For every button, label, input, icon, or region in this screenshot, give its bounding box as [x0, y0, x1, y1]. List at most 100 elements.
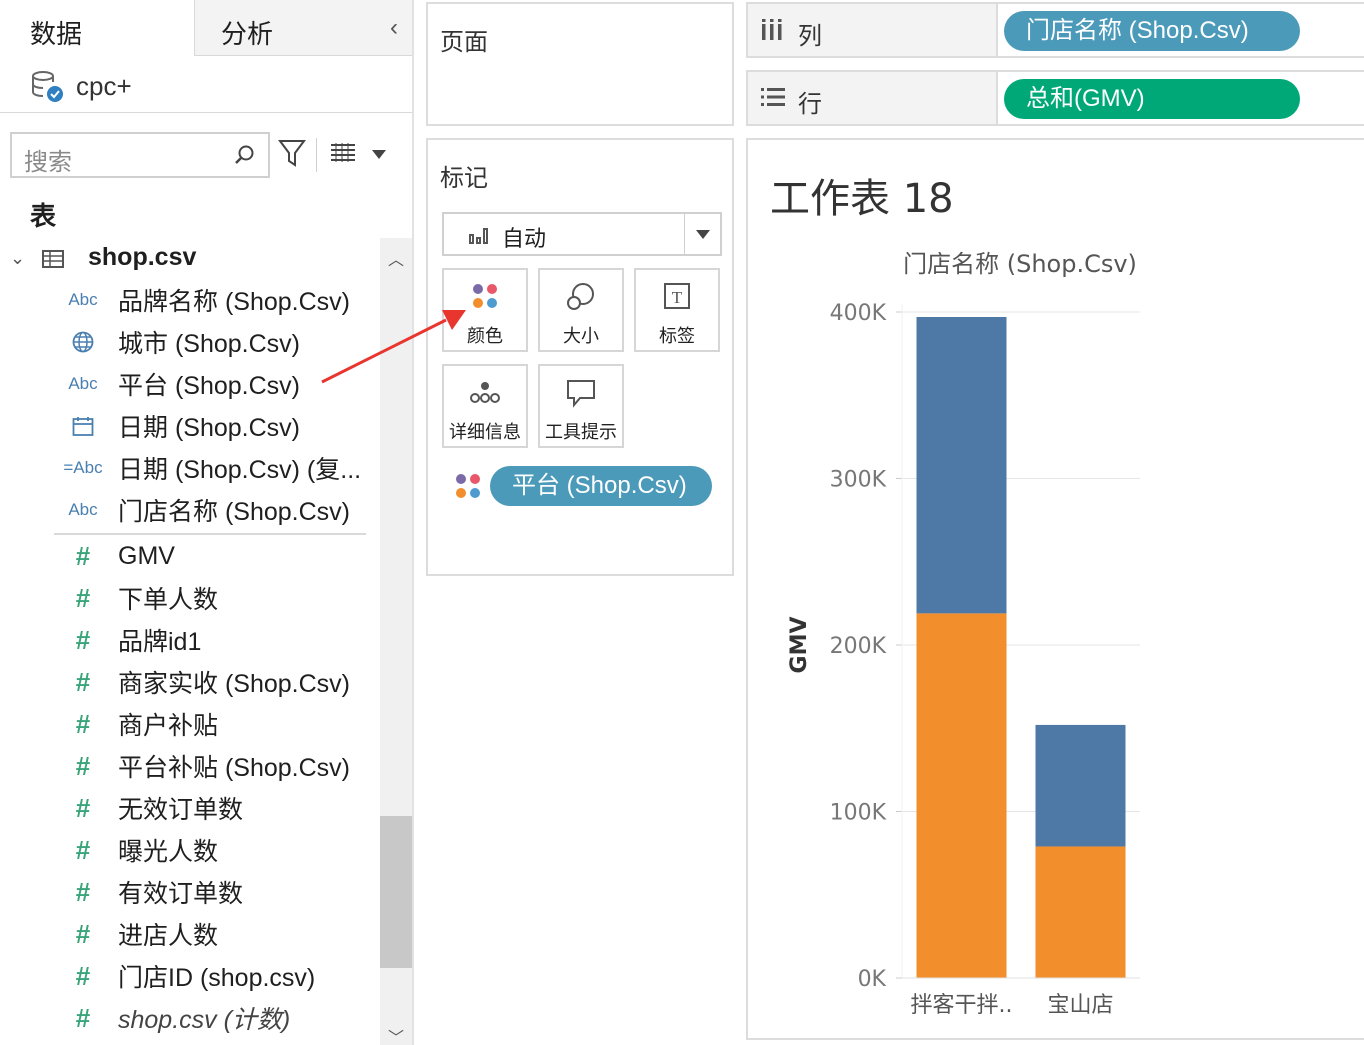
tooltip-button[interactable]: 工具提示 [538, 364, 624, 448]
date-type-icon [56, 416, 110, 436]
measure-name: 下单人数 [118, 586, 219, 614]
chevron-down-icon[interactable] [696, 230, 710, 239]
datasource-item[interactable]: cpc+ [30, 66, 132, 106]
measure-item[interactable]: # GMV [56, 536, 376, 576]
detail-icon [444, 378, 526, 406]
size-button[interactable]: 大小 [538, 268, 624, 352]
tables-heading: 表 [30, 201, 57, 231]
measure-item[interactable]: # 进店人数 [56, 914, 376, 954]
number-type-icon: # [75, 708, 91, 739]
columns-field-pill-label: 门店名称 (Shop.Csv) [1026, 17, 1249, 44]
rows-icon [760, 86, 786, 113]
marks-card-title: 标记 [440, 165, 488, 192]
pane-tabs: 数据 分析 ‹ [0, 0, 412, 56]
columns-shelf[interactable]: 列 门店名称 (Shop.Csv) [746, 2, 1364, 58]
tooltip-icon [540, 378, 622, 408]
bar-segment[interactable] [916, 613, 1007, 978]
columns-shelf-label-area: 列 [748, 4, 998, 56]
rows-shelf-label-area: 行 [748, 72, 998, 124]
measure-item[interactable]: # 品牌id1 [56, 620, 376, 660]
measure-item[interactable]: # 平台补贴 (Shop.Csv) [56, 746, 376, 786]
measure-item[interactable]: # 商户补贴 [56, 704, 376, 744]
bar-segment[interactable] [1035, 724, 1126, 847]
columns-field-pill[interactable]: 门店名称 (Shop.Csv) [1004, 11, 1300, 51]
field-item[interactable]: Abc 门店名称 (Shop.Csv) [56, 490, 376, 530]
field-name: 门店名称 (Shop.Csv) [118, 498, 350, 526]
search-icon[interactable] [234, 144, 256, 171]
number-type-icon: # [75, 582, 91, 613]
measure-name: GMV [118, 541, 175, 570]
scroll-up-icon[interactable]: ︿ [388, 246, 404, 270]
measure-item[interactable]: # 曝光人数 [56, 830, 376, 870]
string-type-icon: Abc [68, 290, 98, 309]
measure-item[interactable]: # 无效订单数 [56, 788, 376, 828]
field-item[interactable]: Abc 平台 (Shop.Csv) [56, 364, 376, 404]
number-type-icon: # [75, 666, 91, 697]
rows-field-pill-label: 总和(GMV) [1026, 85, 1145, 112]
worksheet-view[interactable]: 工作表 18 0K 100K 200K 300K 400K GMV 门店名称 (Shop.C… [746, 138, 1364, 1040]
tab-analysis[interactable]: 分析 [194, 0, 412, 56]
tab-data[interactable]: 数据 [0, 0, 194, 56]
number-type-icon: # [75, 624, 91, 655]
pages-card[interactable]: 页面 [426, 2, 734, 126]
x-tick-label: 拌客干拌.. [911, 993, 1013, 1018]
field-name: 城市 (Shop.Csv) [118, 330, 300, 358]
color-button[interactable]: 颜色 [442, 268, 528, 352]
mark-type-label: 自动 [502, 226, 547, 251]
y-tick-label: 100K [830, 801, 887, 826]
y-axis-label: GMV [787, 617, 812, 674]
field-item[interactable]: 城市 (Shop.Csv) [56, 322, 376, 362]
mark-type-dropdown[interactable]: 自动 [442, 212, 722, 256]
columns-icon [760, 18, 784, 47]
field-item[interactable]: 日期 (Shop.Csv) [56, 406, 376, 446]
view-list-icon[interactable] [330, 142, 356, 169]
label-icon-glyph: T [672, 288, 683, 307]
field-item[interactable]: Abc 品牌名称 (Shop.Csv) [56, 280, 376, 320]
label-button-label: 标签 [659, 326, 695, 346]
table-icon [42, 250, 64, 273]
tooltip-button-label: 工具提示 [545, 422, 617, 442]
scroll-down-icon[interactable]: ﹀ [388, 1024, 404, 1045]
columns-shelf-label: 列 [798, 23, 822, 50]
detail-button[interactable]: 详细信息 [442, 364, 528, 448]
label-icon: T [636, 282, 718, 310]
filter-icon[interactable] [278, 138, 306, 173]
measure-item[interactable]: # shop.csv (计数) [56, 998, 376, 1038]
y-tick-label: 300K [830, 468, 887, 493]
tab-analysis-label: 分析 [221, 19, 274, 49]
calculated-string-icon: =Abc [63, 458, 103, 477]
measure-name: 商户补贴 [118, 712, 219, 740]
divider [316, 138, 317, 172]
label-button[interactable]: T 标签 [634, 268, 720, 352]
bar-segment[interactable] [1035, 846, 1126, 978]
color-icon [454, 472, 482, 505]
rows-shelf[interactable]: 行 总和(GMV) [746, 70, 1364, 126]
data-pane: 数据 分析 ‹ cpc+ 搜索 表 ⌄ shop.csv Abc 品牌名称 (S… [0, 0, 414, 1045]
field-item[interactable]: =Abc 日期 (Shop.Csv) (复... [56, 448, 376, 488]
bar-segment[interactable] [916, 316, 1007, 614]
chevron-down-icon[interactable]: ⌄ [10, 248, 25, 269]
color-field-pill[interactable]: 平台 (Shop.Csv) [490, 466, 712, 506]
table-name[interactable]: shop.csv [88, 243, 196, 272]
view-options-dropdown[interactable] [372, 150, 386, 159]
tab-data-label: 数据 [30, 19, 83, 49]
divider [684, 214, 685, 254]
divider [0, 112, 412, 113]
measure-item[interactable]: # 有效订单数 [56, 872, 376, 912]
rows-field-pill[interactable]: 总和(GMV) [1004, 79, 1300, 119]
number-type-icon: # [75, 792, 91, 823]
scrollbar-thumb[interactable] [380, 816, 412, 968]
measure-item[interactable]: # 门店ID (shop.csv) [56, 956, 376, 996]
column-header: 门店名称 (Shop.Csv) [903, 250, 1137, 278]
measure-item[interactable]: # 商家实收 (Shop.Csv) [56, 662, 376, 702]
x-tick-label: 宝山店 [1047, 993, 1113, 1018]
search-placeholder: 搜索 [24, 149, 72, 176]
bar-chart[interactable]: 0K 100K 200K 300K 400K GMV 门店名称 (Shop.Csv) 拌客干拌… [748, 140, 1364, 1038]
y-tick-label: 400K [830, 301, 887, 326]
measure-name: 商家实收 (Shop.Csv) [118, 670, 350, 698]
measure-item[interactable]: # 下单人数 [56, 578, 376, 618]
collapse-pane-icon[interactable]: ‹ [390, 14, 398, 42]
detail-button-label: 详细信息 [449, 422, 521, 442]
measure-name: shop.csv (计数) [118, 1006, 291, 1034]
search-input[interactable]: 搜索 [10, 132, 270, 178]
